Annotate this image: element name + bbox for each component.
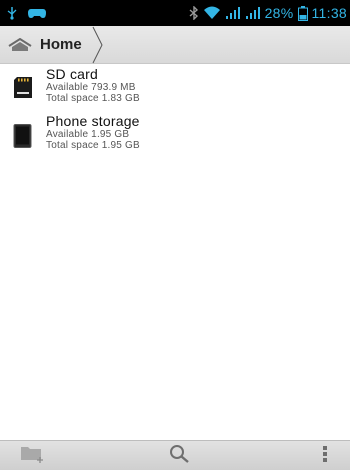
overflow-menu-button[interactable] [310, 441, 340, 470]
usb-debug-icon [6, 6, 18, 20]
storage-available: Available 1.95 GB [46, 129, 130, 140]
storage-available: Available 793.9 MB [46, 82, 136, 93]
battery-percent: 28% [264, 5, 294, 21]
signal-icon [225, 6, 241, 20]
bottom-action-bar [0, 440, 350, 470]
file-manager-screen: 28% 11:38 Home SD card Available 793.9 M… [0, 0, 350, 470]
storage-name: Phone storage [46, 113, 140, 129]
search-icon [169, 444, 191, 469]
list-item-phone-storage[interactable]: Phone storage Available 1.95 GB Total sp… [0, 111, 350, 158]
storage-total: Total space 1.83 GB [46, 93, 140, 104]
breadcrumb-home[interactable]: Home [0, 26, 86, 64]
wifi-icon [203, 6, 221, 20]
new-folder-icon [20, 445, 48, 468]
overflow-menu-icon [322, 445, 328, 468]
signal-icon [245, 6, 261, 20]
status-bar: 28% 11:38 [0, 0, 350, 26]
storage-list: SD card Available 793.9 MB Total space 1… [0, 64, 350, 158]
breadcrumb-separator-icon [92, 26, 104, 64]
storage-name: SD card [46, 66, 98, 82]
home-icon [8, 37, 32, 52]
search-button[interactable] [160, 441, 200, 470]
sd-card-icon [13, 77, 33, 111]
phone-storage-icon [13, 124, 33, 158]
breadcrumb: Home [0, 26, 350, 64]
new-folder-button[interactable] [14, 441, 54, 470]
battery-icon [297, 5, 308, 21]
gamepad-icon [27, 7, 47, 19]
storage-total: Total space 1.95 GB [46, 140, 140, 151]
bluetooth-icon [189, 6, 199, 20]
list-item-sd-card[interactable]: SD card Available 793.9 MB Total space 1… [0, 64, 350, 111]
breadcrumb-home-label: Home [40, 36, 82, 53]
clock: 11:38 [311, 5, 347, 21]
